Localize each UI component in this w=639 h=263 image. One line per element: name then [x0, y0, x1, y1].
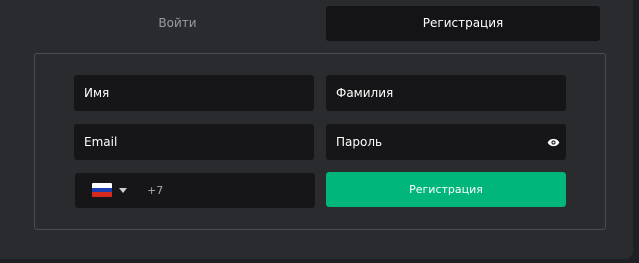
- russia-flag-icon[interactable]: [92, 183, 112, 197]
- email-placeholder: Email: [84, 135, 118, 149]
- first-name-placeholder: Имя: [84, 86, 110, 100]
- email-field[interactable]: Email: [74, 124, 314, 160]
- first-name-field[interactable]: Имя: [74, 75, 314, 111]
- tab-login[interactable]: Войти: [41, 6, 314, 41]
- auth-window: Войти Регистрация Имя Фамилия Email Паро…: [0, 0, 633, 259]
- chevron-down-icon[interactable]: [119, 188, 127, 193]
- password-field[interactable]: Пароль: [326, 124, 566, 160]
- phone-country-code: +7: [147, 184, 164, 197]
- last-name-placeholder: Фамилия: [336, 86, 394, 100]
- tab-register[interactable]: Регистрация: [326, 6, 600, 41]
- last-name-field[interactable]: Фамилия: [326, 75, 566, 111]
- password-placeholder: Пароль: [336, 135, 383, 149]
- eye-icon[interactable]: [547, 136, 560, 149]
- register-button[interactable]: Регистрация: [326, 172, 566, 207]
- phone-field[interactable]: +7: [75, 173, 315, 208]
